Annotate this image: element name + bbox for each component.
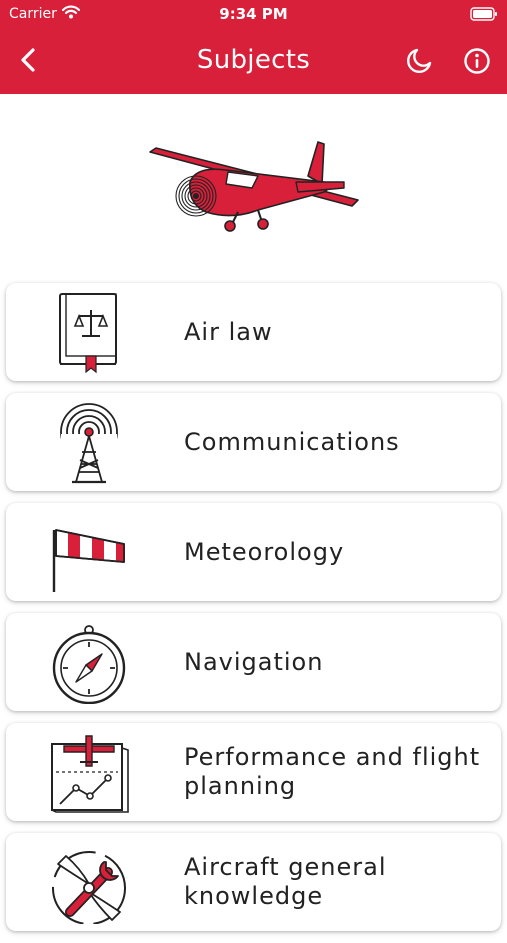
subject-label: Aircraft general knowledge	[184, 853, 387, 910]
subject-label: Meteorology	[184, 537, 345, 566]
radio-tower-icon	[60, 403, 118, 484]
subject-card-aircraft-general-knowledge[interactable]: Aircraft general knowledge	[6, 833, 501, 931]
compass-icon	[52, 625, 126, 704]
moon-icon	[407, 48, 432, 73]
subject-card-performance-and-flight-planning[interactable]: Performance and flight planning	[6, 723, 501, 821]
subject-label: Communications	[184, 427, 400, 456]
navigation-bar: Subjects	[0, 32, 507, 92]
subject-list: Air law Communications Meteorology Navig…	[6, 283, 501, 943]
law-book-icon	[59, 293, 117, 374]
top-bar: Carrier 9:34 PM Subjects	[0, 0, 507, 94]
propeller-wrench-icon	[52, 851, 126, 924]
subject-label: Air law	[184, 317, 273, 346]
flight-chart-icon	[51, 735, 129, 813]
theme-toggle-button[interactable]	[404, 46, 434, 76]
subject-label: Navigation	[184, 647, 324, 676]
status-time: 9:34 PM	[219, 5, 288, 23]
windsock-icon	[52, 529, 125, 592]
subject-label: Performance and flight planning	[184, 743, 481, 800]
info-button[interactable]	[462, 46, 492, 76]
airplane-icon	[149, 141, 359, 232]
subject-card-navigation[interactable]: Navigation	[6, 613, 501, 711]
subject-card-communications[interactable]: Communications	[6, 393, 501, 491]
status-bar: Carrier 9:34 PM	[0, 0, 507, 28]
battery-icon	[470, 7, 498, 25]
subject-card-meteorology[interactable]: Meteorology	[6, 503, 501, 601]
info-icon	[464, 48, 490, 74]
subject-card-air-law[interactable]: Air law	[6, 283, 501, 381]
